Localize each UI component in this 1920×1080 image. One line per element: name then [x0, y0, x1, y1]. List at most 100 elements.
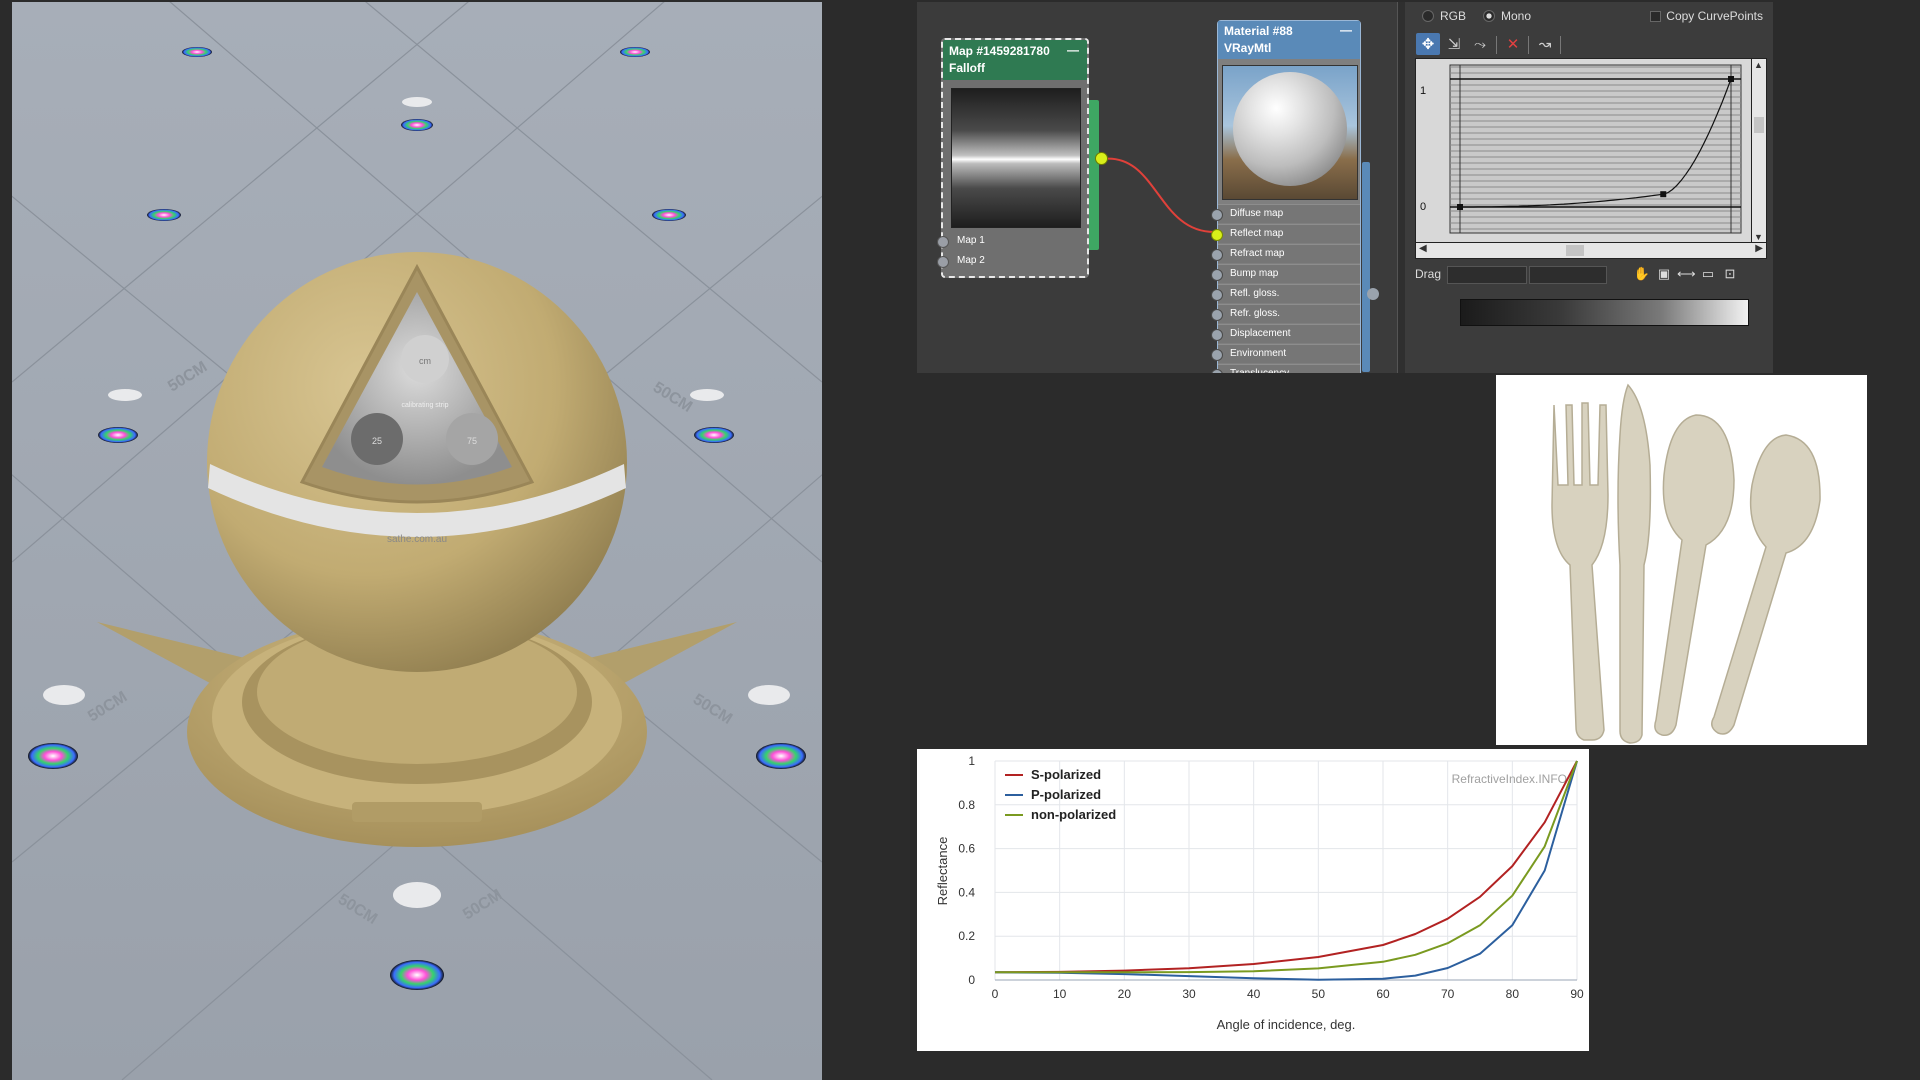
y-tick-label: 0.6: [958, 842, 975, 856]
reset-curve-icon[interactable]: ↝: [1533, 33, 1557, 55]
input-socket-icon[interactable]: [1211, 249, 1223, 261]
x-tick-label: 70: [1441, 987, 1455, 1001]
svg-text:75: 75: [467, 436, 477, 446]
scroll-right-icon[interactable]: ▶: [1755, 243, 1763, 254]
checkbox-icon[interactable]: [1650, 10, 1662, 22]
slot-bump-map[interactable]: Bump map: [1211, 264, 1360, 283]
x-tick-label: 10: [1053, 987, 1067, 1001]
radio-mono[interactable]: Mono: [1483, 9, 1531, 23]
falloff-node-type: Falloff: [949, 61, 985, 75]
scroll-left-icon[interactable]: ◀: [1419, 243, 1427, 254]
legend-non-polarized: non-polarized: [1005, 807, 1116, 822]
x-tick-label: 60: [1376, 987, 1390, 1001]
slot-displacement[interactable]: Displacement: [1211, 324, 1360, 343]
svg-text:cm: cm: [419, 356, 431, 366]
svg-text:calibrating strip: calibrating strip: [401, 402, 448, 409]
drag-controls: Drag ✋ ▣ ⟷ ▭ ⊡: [1415, 264, 1765, 284]
x-tick-label: 0: [992, 987, 999, 1001]
node-output-socket[interactable]: [1367, 288, 1379, 300]
material-node-header[interactable]: Material #88 VRayMtl —: [1218, 21, 1360, 59]
slot-translucency[interactable]: Translucency: [1211, 364, 1360, 373]
vertical-scrollbar[interactable]: ▲ ▼: [1751, 58, 1767, 244]
zoom-horizontal-icon[interactable]: ⟷: [1677, 265, 1696, 283]
copy-curvepoints-checkbox[interactable]: Copy CurvePoints: [1650, 9, 1763, 23]
render-viewport: 50CM 50CM 50CM 50CM 50CM 50CM sathe.com.…: [12, 2, 822, 1080]
slate-node-editor[interactable]: Map #1459281780 Falloff — Map 1 Map 2 Ma…: [917, 2, 1397, 373]
curve-editor-panel: RGB Mono Copy CurvePoints ✥ ⇲ ⤳ ✕ ↝ 1 0 …: [1405, 2, 1773, 373]
toolbar-separator: [1560, 36, 1561, 54]
cutlery-image: [1551, 383, 1821, 744]
input-socket-icon[interactable]: [1211, 369, 1223, 373]
x-tick-label: 90: [1570, 987, 1584, 1001]
input-socket-icon[interactable]: [1211, 209, 1223, 221]
x-tick-label: 30: [1182, 987, 1196, 1001]
material-preview-swatch: [1222, 65, 1358, 200]
curve-control-point[interactable]: [1660, 191, 1667, 198]
radio-icon[interactable]: [1422, 10, 1434, 22]
pan-hand-icon[interactable]: ✋: [1633, 265, 1651, 283]
x-tick-label: 40: [1247, 987, 1261, 1001]
x-tick-label: 20: [1118, 987, 1132, 1001]
cutlery-photo: [1496, 375, 1867, 745]
slot-refract-map[interactable]: Refract map: [1211, 244, 1360, 263]
drag-label: Drag: [1415, 267, 1442, 281]
y-value-spinner[interactable]: [1529, 266, 1607, 284]
slot-refl-gloss[interactable]: Refl. gloss.: [1211, 284, 1360, 303]
falloff-node-title: Map #1459281780: [949, 44, 1050, 58]
zoom-extents-icon[interactable]: ▣: [1655, 265, 1673, 283]
y-tick-label: 0.2: [958, 929, 975, 943]
curve-control-point[interactable]: [1457, 204, 1463, 210]
material-node-title: Material #88: [1224, 24, 1293, 38]
falloff-preview-swatch: [951, 88, 1081, 228]
legend-s-polarized: S-polarized: [1005, 767, 1101, 782]
minimize-icon[interactable]: —: [1067, 42, 1079, 59]
x-tick-label: 50: [1312, 987, 1326, 1001]
material-preview-render: 50CM 50CM 50CM 50CM 50CM 50CM sathe.com.…: [12, 2, 822, 1080]
slot-environment[interactable]: Environment: [1211, 344, 1360, 363]
scroll-down-icon[interactable]: ▼: [1754, 232, 1763, 242]
falloff-node-header[interactable]: Map #1459281780 Falloff —: [943, 40, 1087, 80]
input-socket-icon[interactable]: [1211, 349, 1223, 361]
slot-map-1[interactable]: Map 1: [937, 232, 1083, 250]
connection-wire[interactable]: [1101, 157, 1215, 233]
zoom-vertical-icon[interactable]: ▭: [1699, 265, 1717, 283]
curve-plot[interactable]: [1416, 59, 1751, 243]
radio-rgb[interactable]: RGB: [1422, 9, 1466, 23]
y-tick-label: 0.8: [958, 798, 975, 812]
vraymtl-node[interactable]: Material #88 VRayMtl — Diffuse map Refle…: [1211, 20, 1361, 373]
slot-reflect-map[interactable]: Reflect map: [1211, 224, 1360, 243]
slot-diffuse-map[interactable]: Diffuse map: [1211, 204, 1360, 223]
falloff-output-socket[interactable]: [1095, 152, 1108, 165]
slot-map-2[interactable]: Map 2: [937, 252, 1083, 270]
y-tick-label: 1: [968, 754, 975, 768]
input-socket-icon[interactable]: [937, 236, 949, 248]
input-socket-icon[interactable]: [1211, 229, 1223, 241]
minimize-icon[interactable]: —: [1340, 22, 1352, 39]
delete-point-icon[interactable]: ✕: [1501, 33, 1525, 55]
insert-point-icon[interactable]: ⤳: [1468, 33, 1492, 55]
input-socket-icon[interactable]: [1211, 289, 1223, 301]
x-value-spinner[interactable]: [1447, 266, 1527, 284]
horizontal-scrollbar[interactable]: ◀ ▶: [1415, 242, 1767, 259]
y-axis-label: Reflectance: [935, 837, 950, 906]
input-socket-icon[interactable]: [1211, 329, 1223, 341]
slot-refr-gloss[interactable]: Refr. gloss.: [1211, 304, 1360, 323]
region-zoom-icon[interactable]: ⊡: [1721, 265, 1739, 283]
falloff-map-node[interactable]: Map #1459281780 Falloff — Map 1 Map 2: [937, 38, 1089, 278]
legend-p-polarized: P-polarized: [1005, 787, 1101, 802]
material-node-type: VRayMtl: [1224, 41, 1272, 55]
scale-point-icon[interactable]: ⇲: [1442, 33, 1466, 55]
reflectance-chart: 0 10 20 30 40 50 60 70 80 90 0 0.2 0.4 0.6 0.8 1 Angle o…: [917, 749, 1589, 1051]
watermark: RefractiveIndex.INFO: [1452, 772, 1567, 786]
input-socket-icon[interactable]: [937, 256, 949, 268]
input-socket-icon[interactable]: [1211, 269, 1223, 281]
radio-selected-icon[interactable]: [1483, 10, 1495, 22]
input-socket-icon[interactable]: [1211, 309, 1223, 321]
curve-graph[interactable]: 1 0: [1415, 58, 1752, 244]
svg-text:25: 25: [372, 436, 382, 446]
output-gradient-bar: [1460, 299, 1749, 326]
move-icon[interactable]: ✥: [1416, 33, 1440, 55]
scroll-up-icon[interactable]: ▲: [1754, 60, 1763, 70]
curve-control-point[interactable]: [1728, 76, 1734, 82]
y-tick-label: 0.4: [958, 885, 975, 899]
